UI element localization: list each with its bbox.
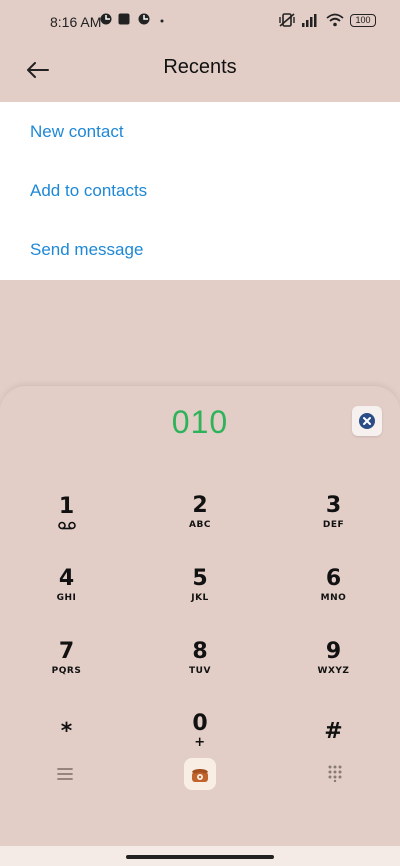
notification-icon-2 <box>118 13 130 25</box>
delete-button[interactable] <box>352 406 382 436</box>
dialed-number[interactable]: 010 <box>0 404 400 441</box>
dot-icon <box>160 19 164 23</box>
key-digit: 6 <box>325 566 342 591</box>
key-3[interactable]: 3 DEF <box>267 476 400 549</box>
options-menu: New contact Add to contacts Send message <box>0 102 400 280</box>
key-letters: + <box>194 735 206 750</box>
phone-call-icon <box>192 769 208 782</box>
key-letters: JKL <box>191 593 209 603</box>
dialpad-actions <box>0 756 400 800</box>
key-6[interactable]: 6 MNO <box>267 549 400 622</box>
battery-level: 100 <box>355 15 371 25</box>
key-2[interactable]: 2 ABC <box>133 476 267 549</box>
battery-indicator: 100 <box>350 13 376 27</box>
vibrate-off-icon <box>279 13 295 27</box>
menu-button[interactable] <box>56 766 76 786</box>
status-time: 8:16 AM <box>50 14 102 30</box>
key-digit: 8 <box>192 639 208 664</box>
key-digit: 0 <box>192 711 208 736</box>
header: Recents <box>0 44 400 102</box>
key-letters: TUV <box>189 666 211 676</box>
key-9[interactable]: 9 WXYZ <box>267 622 400 695</box>
keypad: 1 2 ABC 3 DEF 4 GHI 5 JKL 6 MNO 7 PQRS 8… <box>0 476 400 768</box>
key-digit: 7 <box>58 639 75 664</box>
key-5[interactable]: 5 JKL <box>133 549 267 622</box>
key-digit: 2 <box>192 493 208 518</box>
key-letters: PQRS <box>51 666 82 676</box>
backspace-x-icon <box>359 413 375 429</box>
page-title: Recents <box>163 56 237 78</box>
key-digit: * <box>60 718 73 744</box>
status-bar: 8:16 AM 100 <box>0 0 400 44</box>
key-digit: 4 <box>58 566 75 591</box>
notification-icon-1 <box>100 13 112 25</box>
key-4[interactable]: 4 GHI <box>0 549 133 622</box>
menu-lines-icon <box>57 768 73 780</box>
key-digit: 3 <box>325 493 342 518</box>
key-digit: 5 <box>192 566 208 591</box>
key-letters: MNO <box>320 593 347 603</box>
signal-icon <box>302 14 317 27</box>
status-right: 100 <box>278 12 376 28</box>
key-letters: GHI <box>56 593 77 603</box>
key-letters: DEF <box>322 520 345 530</box>
home-indicator[interactable] <box>126 855 274 859</box>
call-button[interactable] <box>184 758 216 790</box>
add-to-contacts-option[interactable]: Add to contacts <box>0 161 400 220</box>
dialpad-sheet: 010 1 2 ABC 3 DEF 4 GHI 5 JKL 6 MNO 7 PQ… <box>0 386 400 846</box>
key-digit: 9 <box>325 639 342 664</box>
key-7[interactable]: 7 PQRS <box>0 622 133 695</box>
key-digit: 1 <box>58 493 75 519</box>
wifi-icon <box>326 13 344 27</box>
key-8[interactable]: 8 TUV <box>133 622 267 695</box>
key-letters: ABC <box>189 520 211 530</box>
voicemail-icon <box>57 521 76 529</box>
keypad-toggle-button[interactable] <box>326 764 346 784</box>
notification-icon-3 <box>138 13 150 25</box>
send-message-option[interactable]: Send message <box>0 220 400 279</box>
key-letters: WXYZ <box>317 666 350 676</box>
new-contact-option[interactable]: New contact <box>0 102 400 161</box>
key-digit: # <box>324 718 343 744</box>
keypad-grid-icon <box>328 765 342 783</box>
key-1[interactable]: 1 <box>0 476 133 549</box>
